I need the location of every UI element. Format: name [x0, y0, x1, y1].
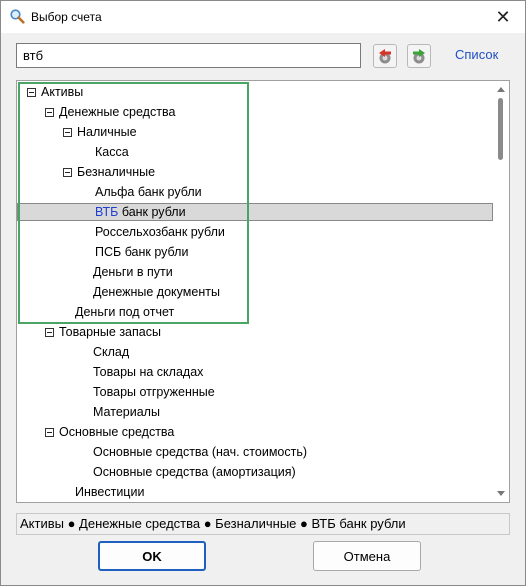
tree-item-label: Деньги под отчет — [75, 305, 175, 319]
tree-item-label: Россельхозбанк рубли — [95, 225, 225, 239]
close-button[interactable]: ✕ — [481, 1, 525, 33]
tree-item-label: Основные средства (нач. стоимость) — [93, 445, 308, 459]
tree-item-label: ВТБ банк рубли — [95, 202, 186, 222]
tree-item-label: Основные средства — [59, 425, 175, 439]
forward-arrow-icon — [413, 49, 425, 64]
breadcrumb: Активы ● Денежные средства ● Безналичные… — [16, 513, 510, 535]
window-title: Выбор счета — [31, 10, 102, 24]
tree-item-label: Активы — [41, 85, 84, 99]
scroll-thumb[interactable] — [498, 98, 503, 160]
collapse-toggle-icon[interactable] — [45, 108, 54, 117]
tree-item-label: Товары отгруженные — [93, 385, 215, 399]
collapse-toggle-icon[interactable] — [27, 88, 36, 97]
tree-item[interactable]: Россельхозбанк рубли — [17, 222, 493, 242]
search-match-text: ВТБ — [95, 205, 119, 219]
collapse-toggle-icon[interactable] — [63, 128, 72, 137]
tree-item[interactable]: Безналичные — [17, 162, 493, 182]
tree-item[interactable]: Касса — [17, 142, 493, 162]
tree-item-label: Касса — [95, 145, 129, 159]
collapse-toggle-icon[interactable] — [45, 328, 54, 337]
search-input[interactable] — [16, 43, 361, 68]
tree-item[interactable]: Основные средства (амортизация) — [17, 462, 493, 482]
tree-item[interactable]: Склад — [17, 342, 493, 362]
tree-item-label-rest: банк рубли — [118, 205, 186, 219]
tree-item-label: Склад — [93, 345, 130, 359]
tree-item[interactable]: Основные средства — [17, 422, 493, 442]
tree-item-label: Безналичные — [77, 165, 156, 179]
tree-item[interactable]: Альфа банк рубли — [17, 182, 493, 202]
collapse-toggle-icon[interactable] — [63, 168, 72, 177]
tree-item[interactable]: Деньги под отчет — [17, 302, 493, 322]
tree-item[interactable]: Товарные запасы — [17, 322, 493, 342]
forward-button[interactable] — [407, 44, 431, 68]
magnifier-icon — [9, 8, 25, 24]
tree-item-label: ПСБ банк рубли — [95, 245, 189, 259]
tree-item[interactable]: Денежные средства — [17, 102, 493, 122]
tree-item[interactable]: ВТБ банк рубли — [17, 202, 493, 222]
collapse-toggle-icon[interactable] — [45, 428, 54, 437]
tree-item-label: Денежные документы — [93, 285, 220, 299]
tree-item[interactable]: Наличные — [17, 122, 493, 142]
tree-item-label: Деньги в пути — [93, 265, 173, 279]
ok-button[interactable]: OK — [98, 541, 206, 571]
tree-item-label: Наличные — [77, 125, 137, 139]
account-tree: Активы Денежные средства Наличные Касса Безн… — [16, 80, 510, 503]
account-picker-dialog: Выбор счета ✕ Список Активы Денежные сред… — [0, 0, 526, 586]
tree-item[interactable]: Деньги в пути — [17, 262, 493, 282]
tree-item-label: Материалы — [93, 405, 160, 419]
list-view-link[interactable]: Список — [455, 47, 498, 62]
tree-item-label: Инвестиции — [75, 485, 145, 499]
tree-item-label: Товарные запасы — [59, 325, 161, 339]
tree-item[interactable]: Денежные документы — [17, 282, 493, 302]
back-button[interactable] — [373, 44, 397, 68]
cancel-button[interactable]: Отмена — [313, 541, 421, 571]
tree-item-label: Основные средства (амортизация) — [93, 465, 296, 479]
tree-item[interactable]: Основные средства (нач. стоимость) — [17, 442, 493, 462]
selection-highlight — [17, 203, 493, 221]
tree-item[interactable]: Активы — [17, 82, 493, 102]
breadcrumb-text: Активы ● Денежные средства ● Безналичные… — [20, 516, 406, 531]
tree-item[interactable]: Инвестиции — [17, 482, 493, 502]
close-icon: ✕ — [495, 6, 511, 27]
tree-item-label: Товары на складах — [93, 365, 204, 379]
tree-item[interactable]: Товары отгруженные — [17, 382, 493, 402]
tree-item[interactable]: Товары на складах — [17, 362, 493, 382]
tree-item[interactable]: Материалы — [17, 402, 493, 422]
tree-item-label: Альфа банк рубли — [95, 185, 202, 199]
title-bar: Выбор счета ✕ — [1, 1, 525, 33]
scroll-up-icon[interactable] — [497, 87, 505, 92]
tree-item[interactable]: ПСБ банк рубли — [17, 242, 493, 262]
back-arrow-icon — [379, 49, 391, 64]
scroll-down-icon[interactable] — [497, 491, 505, 496]
tree-item-label: Денежные средства — [59, 105, 176, 119]
vertical-scrollbar[interactable] — [493, 81, 509, 502]
